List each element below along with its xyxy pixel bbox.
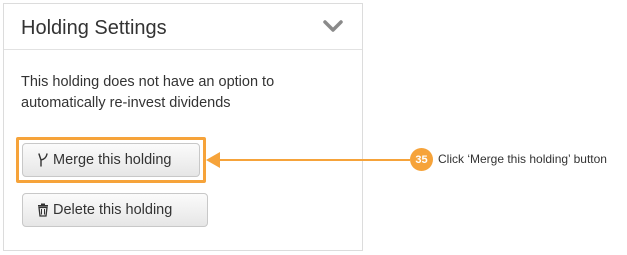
pointer-arrow-line [216, 159, 410, 161]
delete-holding-button[interactable]: Delete this holding [22, 193, 208, 227]
chevron-down-icon[interactable] [322, 18, 344, 34]
merge-button-label: Merge this holding [53, 152, 172, 168]
merge-icon [38, 153, 48, 167]
trash-icon [38, 203, 48, 217]
panel-title: Holding Settings [21, 17, 167, 39]
merge-holding-button[interactable]: Merge this holding [22, 143, 200, 177]
delete-button-label: Delete this holding [53, 202, 173, 218]
step-instruction: Click ‘Merge this holding’ button [438, 152, 607, 166]
tutorial-screenshot: Holding Settings This holding does not h… [0, 0, 627, 255]
step-number-badge: 35 [410, 148, 433, 171]
panel-header[interactable]: Holding Settings [4, 4, 362, 50]
holding-description: This holding does not have an option to … [21, 74, 275, 111]
